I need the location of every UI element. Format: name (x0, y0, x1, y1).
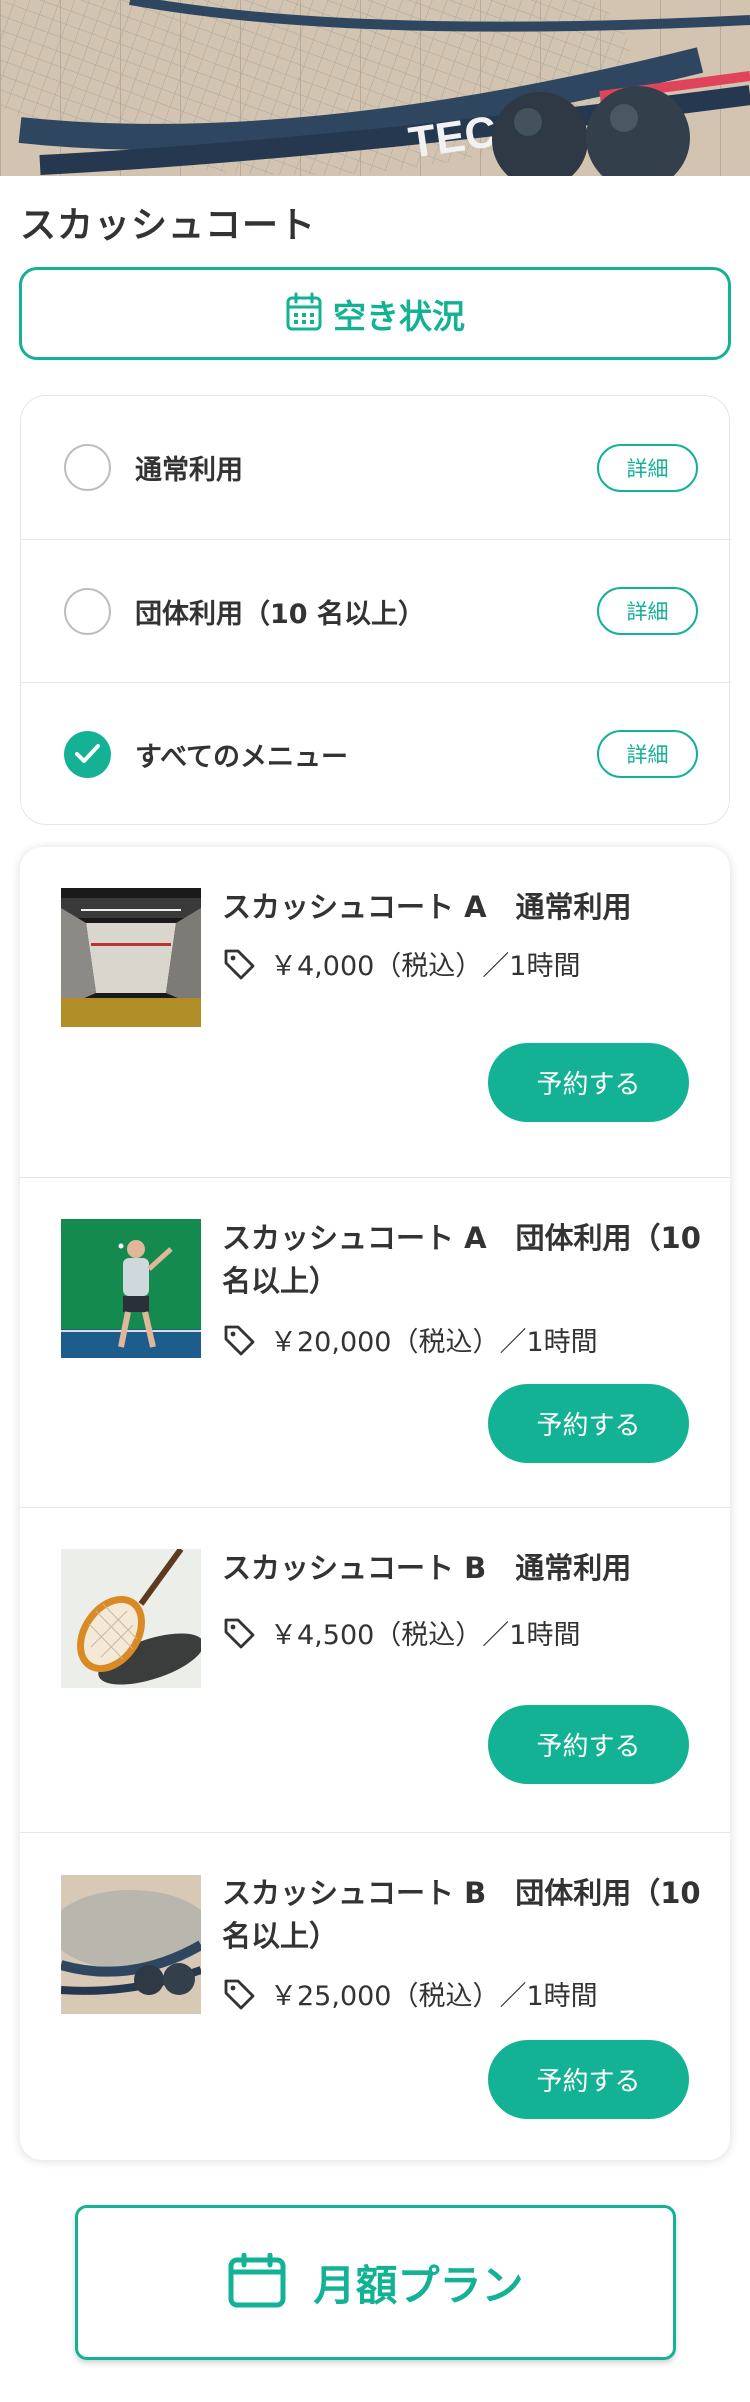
reserve-button[interactable]: 予約する (488, 1043, 689, 1122)
reserve-button[interactable]: 予約する (488, 1705, 689, 1784)
detail-button[interactable]: 詳細 (597, 443, 698, 492)
filter-option-all[interactable]: すべてのメニュー 詳細 (21, 682, 731, 825)
availability-label: 空き状況 (333, 296, 465, 336)
plan-name: スカッシュコート B 団体利用（10 名以上） (222, 1876, 701, 1953)
plan-thumbnail (61, 1875, 201, 2014)
plan-price: ￥4,000（税込）／1時間 (270, 951, 581, 982)
filter-option-normal[interactable]: 通常利用 詳細 (21, 396, 731, 539)
plan-price: ￥25,000（税込）／1時間 (270, 1981, 598, 2012)
plan-item: スカッシュコート A 団体利用（10 名以上） ￥20,000（税込）／1時間 … (20, 1177, 730, 1507)
calendar-icon (285, 292, 323, 336)
hero-image: TEC (0, 0, 750, 176)
filter-option-label: 団体利用（10 名以上） (135, 598, 425, 630)
plan-list-card: スカッシュコート A 通常利用 ￥4,000（税込）／1時間 予約する スカッシ… (20, 847, 730, 2160)
plan-name: スカッシュコート A 団体利用（10 名以上） (222, 1221, 701, 1298)
plan-item: スカッシュコート A 通常利用 ￥4,000（税込）／1時間 予約する (20, 847, 730, 1177)
plan-name: スカッシュコート A 通常利用 (222, 890, 632, 924)
plan-price: ￥4,500（税込）／1時間 (270, 1620, 581, 1651)
calendar-icon (227, 2252, 287, 2313)
plan-name: スカッシュコート B 通常利用 (222, 1551, 632, 1585)
filter-option-label: 通常利用 (135, 455, 243, 486)
plan-item: スカッシュコート B 通常利用 ￥4,500（税込）／1時間 予約する (20, 1507, 730, 1832)
price-row: ￥20,000（税込）／1時間 (222, 1320, 598, 1359)
plan-item: スカッシュコート B 団体利用（10 名以上） ￥25,000（税込）／1時間 … (20, 1832, 730, 2160)
plan-thumbnail (61, 1549, 201, 1688)
price-row: ￥25,000（税込）／1時間 (222, 1974, 598, 2013)
detail-button[interactable]: 詳細 (597, 587, 698, 635)
check-icon (75, 743, 100, 763)
monthly-plan-button[interactable]: 月額プラン (75, 2205, 676, 2360)
price-row: ￥4,000（税込）／1時間 (222, 944, 580, 983)
plan-price: ￥20,000（税込）／1時間 (270, 1327, 598, 1358)
filter-option-group[interactable]: 団体利用（10 名以上） 詳細 (21, 539, 731, 682)
radio-button[interactable] (64, 444, 111, 491)
radio-button-checked[interactable] (64, 730, 111, 778)
availability-button[interactable]: 空き状況 (19, 267, 731, 360)
plan-thumbnail (61, 888, 201, 1027)
reserve-button[interactable]: 予約する (488, 2040, 689, 2119)
filter-option-label: すべてのメニュー (135, 741, 349, 773)
page-title: スカッシュコート (20, 205, 317, 246)
monthly-plan-label: 月額プラン (313, 2261, 524, 2310)
price-tag-icon (224, 949, 255, 979)
detail-button[interactable]: 詳細 (597, 730, 698, 778)
radio-button[interactable] (64, 587, 111, 635)
reserve-button[interactable]: 予約する (488, 1384, 689, 1463)
price-tag-icon (224, 1325, 255, 1355)
price-row: ￥4,500（税込）／1時間 (222, 1613, 580, 1652)
plan-thumbnail (61, 1219, 201, 1358)
price-tag-icon (224, 1979, 255, 2009)
price-tag-icon (224, 1618, 255, 1648)
menu-filter-card: 通常利用 詳細 団体利用（10 名以上） 詳細 すべてのメニュー 詳細 (20, 395, 731, 825)
